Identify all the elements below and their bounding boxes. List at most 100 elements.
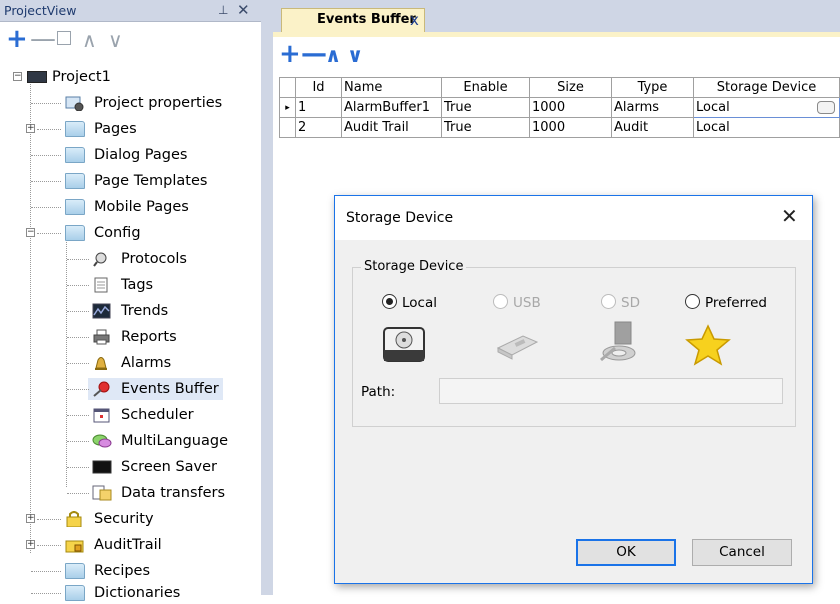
column-header-type[interactable]: Type xyxy=(611,77,694,98)
column-header-storage-device[interactable]: Storage Device xyxy=(693,77,840,98)
radio-usb[interactable]: USB xyxy=(493,294,541,311)
usb-drive-icon xyxy=(495,328,541,366)
tree-node-protocols[interactable]: Protocols xyxy=(0,248,250,270)
project-tree: − Project1 Project properties + Pages Di… xyxy=(0,60,261,601)
cell-name[interactable]: Audit Trail xyxy=(341,117,442,138)
ok-button[interactable]: OK xyxy=(576,539,676,566)
cell-id[interactable]: 2 xyxy=(295,117,342,138)
tree-node-config[interactable]: − Config xyxy=(0,222,250,244)
radio-preferred[interactable]: Preferred xyxy=(685,294,767,311)
folder-icon xyxy=(65,563,85,579)
move-up-icon[interactable]: ∧ xyxy=(82,28,97,52)
tree-node-audittrail[interactable]: + AuditTrail xyxy=(0,534,250,556)
cell-type[interactable]: Alarms xyxy=(611,97,694,118)
tree-node-recipes[interactable]: Recipes xyxy=(0,560,250,582)
column-header-enable[interactable]: Enable xyxy=(441,77,530,98)
tree-node-pages[interactable]: + Pages xyxy=(0,118,250,140)
radio-local[interactable]: Local xyxy=(382,294,437,311)
radio-sd[interactable]: SD xyxy=(601,294,640,311)
tab-events-buffer[interactable]: Events Buffer x xyxy=(281,8,425,32)
column-header-name[interactable]: Name xyxy=(341,77,442,98)
tree-node-tags[interactable]: Tags xyxy=(0,274,250,296)
printer-icon xyxy=(92,329,112,345)
cancel-button[interactable]: Cancel xyxy=(692,539,792,566)
tree-node-dialog-pages[interactable]: Dialog Pages xyxy=(0,144,250,166)
calendar-icon xyxy=(92,407,112,423)
gear-page-icon xyxy=(65,95,85,112)
tree-node-dictionaries[interactable]: Dictionaries xyxy=(0,582,250,604)
tab-label: Events Buffer xyxy=(317,12,416,27)
expand-icon[interactable]: + xyxy=(26,514,35,523)
grid-header-row: Id Name Enable Size Type Storage Device xyxy=(279,77,840,98)
trends-icon xyxy=(92,303,112,319)
cell-size[interactable]: 1000 xyxy=(529,97,612,118)
move-up-icon[interactable]: ∧ xyxy=(325,43,341,67)
move-down-icon[interactable]: ∨ xyxy=(108,28,123,52)
close-panel-icon[interactable]: ✕ xyxy=(237,1,250,19)
tree-node-data-transfers[interactable]: Data transfers xyxy=(0,482,250,504)
project-view-title: ProjectView xyxy=(4,3,77,18)
tree-node-multilanguage[interactable]: MultiLanguage xyxy=(0,430,250,452)
add-icon[interactable]: + xyxy=(6,26,28,52)
collapse-icon[interactable]: − xyxy=(26,228,35,237)
dialog-title: Storage Device xyxy=(346,210,454,226)
cell-type[interactable]: Audit xyxy=(611,117,694,138)
events-buffer-grid: Id Name Enable Size Type Storage Device … xyxy=(279,77,840,138)
lock-folder-icon xyxy=(65,511,85,528)
column-header-id[interactable]: Id xyxy=(295,77,342,98)
edit-icon[interactable] xyxy=(57,31,71,45)
cell-enable[interactable]: True xyxy=(441,97,530,118)
tree-node-events-buffer[interactable]: Events Buffer xyxy=(88,378,223,400)
table-row[interactable]: 2 Audit Trail True 1000 Audit Local xyxy=(279,117,840,138)
cell-size[interactable]: 1000 xyxy=(529,117,612,138)
tree-node-mobile-pages[interactable]: Mobile Pages xyxy=(0,196,250,218)
tree-node-project-properties[interactable]: Project properties xyxy=(0,92,250,114)
collapse-icon[interactable]: − xyxy=(13,72,22,81)
ellipsis-button[interactable] xyxy=(817,101,835,114)
expand-icon[interactable]: + xyxy=(26,540,35,549)
remove-icon[interactable]: — xyxy=(301,39,327,69)
folder-icon xyxy=(65,199,85,215)
folder-icon xyxy=(65,585,85,601)
move-down-icon[interactable]: ∨ xyxy=(347,43,363,67)
tree-node-alarms[interactable]: Alarms xyxy=(0,352,250,374)
tree-node-scheduler[interactable]: Scheduler xyxy=(0,404,250,426)
path-input[interactable] xyxy=(439,378,783,404)
storage-device-dialog: Storage Device ✕ Storage Device Local US… xyxy=(334,195,813,584)
cell-name[interactable]: AlarmBuffer1 xyxy=(341,97,442,118)
pushpin-icon xyxy=(92,381,112,397)
tree-node-trends[interactable]: Trends xyxy=(0,300,250,322)
tree-node-project1[interactable]: − Project1 xyxy=(0,66,250,88)
remove-icon[interactable]: — xyxy=(30,26,56,52)
tree-node-page-templates[interactable]: Page Templates xyxy=(0,170,250,192)
radio-button[interactable] xyxy=(685,294,700,309)
radio-button[interactable] xyxy=(493,294,508,309)
folder-icon xyxy=(65,147,85,163)
tree-node-security[interactable]: + Security xyxy=(0,508,250,530)
radio-button[interactable] xyxy=(382,294,397,309)
cell-enable[interactable]: True xyxy=(441,117,530,138)
cell-storage-device[interactable]: Local xyxy=(693,117,840,138)
cell-storage-device[interactable]: Local xyxy=(693,97,840,118)
close-dialog-icon[interactable]: ✕ xyxy=(781,204,798,228)
radio-button[interactable] xyxy=(601,294,616,309)
folder-icon xyxy=(65,121,85,137)
cell-id[interactable]: 1 xyxy=(295,97,342,118)
sd-card-icon xyxy=(599,320,647,368)
table-row[interactable]: ▸ 1 AlarmBuffer1 True 1000 Alarms Local xyxy=(279,97,840,118)
add-icon[interactable]: + xyxy=(279,39,301,69)
folder-open-icon xyxy=(65,225,85,241)
data-transfer-icon xyxy=(92,485,112,501)
tree-node-reports[interactable]: Reports xyxy=(0,326,250,348)
close-tab-icon[interactable]: x xyxy=(410,11,419,29)
row-header-corner xyxy=(279,77,296,98)
column-header-size[interactable]: Size xyxy=(529,77,612,98)
speech-bubble-icon xyxy=(92,433,112,449)
expand-icon[interactable]: + xyxy=(26,124,35,133)
folder-icon xyxy=(65,173,85,189)
groupbox-label: Storage Device xyxy=(361,259,467,274)
document-tabbar: Events Buffer x xyxy=(273,0,840,32)
tree-node-screen-saver[interactable]: Screen Saver xyxy=(0,456,250,478)
pin-icon[interactable]: ⊥ xyxy=(218,3,228,17)
panel-splitter[interactable] xyxy=(261,0,273,595)
